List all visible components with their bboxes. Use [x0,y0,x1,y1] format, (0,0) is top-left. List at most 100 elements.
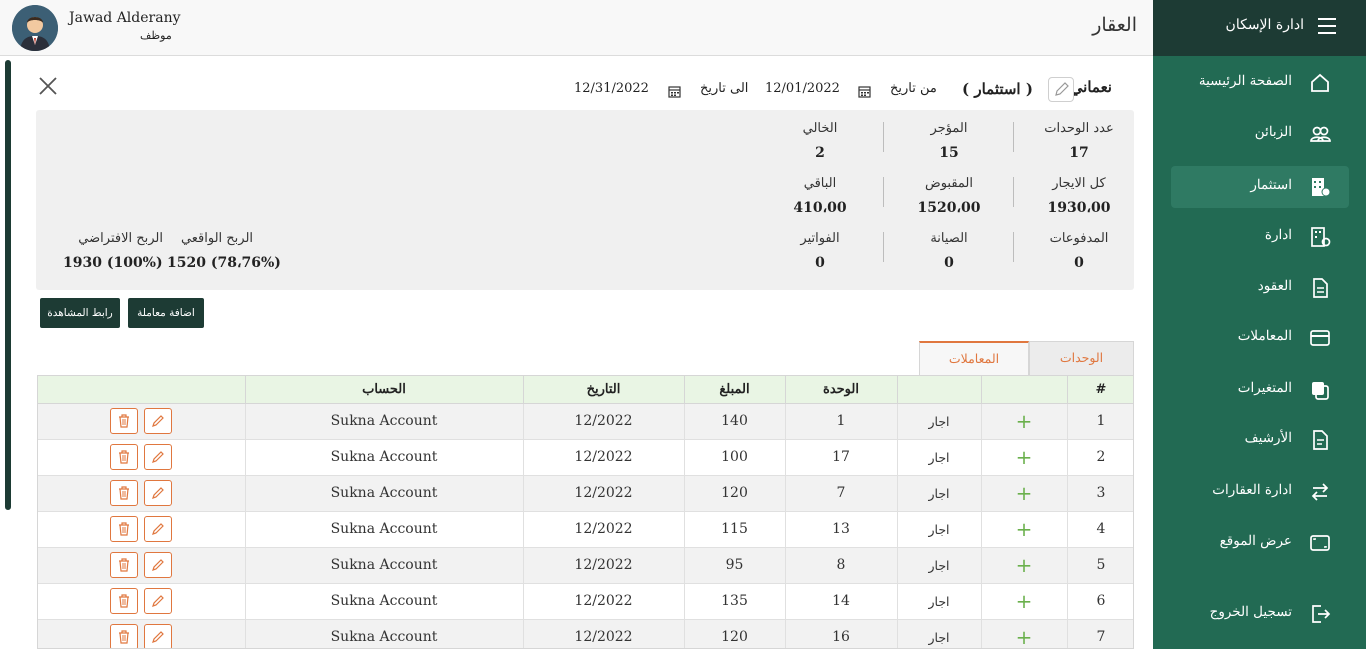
header-num[interactable]: # [1067,376,1133,404]
expand-icon[interactable]: + [981,403,1068,440]
stat-rented: المؤجر 15 [889,121,1009,161]
sidebar-item-customers[interactable]: الزبائن [1171,113,1349,155]
header-date[interactable]: التاريخ [523,376,685,404]
cell-unit: 14 [785,583,898,620]
cell-type: اجار [897,439,982,476]
delete-button[interactable] [110,624,139,648]
document-icon [1309,277,1331,299]
menu-icon[interactable] [1318,18,1336,34]
screen-icon [1309,532,1331,554]
stat-total-rent: كل الايجار 1930،00 [1019,176,1139,216]
sidebar-item-archive[interactable]: الأرشيف [1171,419,1349,461]
delete-button[interactable] [110,480,139,506]
stat-label: عدد الوحدات [1044,121,1114,136]
cell-unit: 16 [785,619,898,648]
archive-icon [1309,429,1331,451]
header-amount[interactable]: المبلغ [684,376,786,404]
expand-icon[interactable]: + [981,511,1068,548]
stat-value: 0 [944,255,954,271]
expand-icon[interactable]: + [981,439,1068,476]
cell-account: Sukna Account [245,547,524,584]
edit-button[interactable] [144,444,173,470]
cell-type: اجار [897,619,982,648]
tab-units[interactable]: الوحدات [1029,341,1134,375]
edit-button[interactable] [144,408,173,434]
cell-unit: 7 [785,475,898,512]
delete-button[interactable] [110,588,139,614]
edit-button[interactable] [144,588,173,614]
divider [1013,177,1014,207]
delete-button[interactable] [110,552,139,578]
property-type: ( استثمار ) [962,80,1033,98]
stat-value: 410،00 [793,200,847,216]
building-icon [1309,176,1331,198]
users-icon [1309,123,1331,145]
edit-button[interactable] [144,480,173,506]
stat-payments: المدفوعات 0 [1019,231,1139,271]
expand-icon[interactable]: + [981,547,1068,584]
sidebar-item-logout[interactable]: تسجيل الخروج [1171,593,1349,635]
sidebar-item-investment[interactable]: استثمار [1171,166,1349,208]
copy-icon [1309,379,1331,401]
sidebar-item-variables[interactable]: المتغيرات [1171,369,1349,411]
sidebar-item-home[interactable]: الصفحة الرئيسية [1171,62,1349,104]
table-row: Sukna Account 12/2022 135 14 اجار + 6 [38,583,1133,620]
sidebar-item-contracts[interactable]: العقود [1171,267,1349,309]
top-bar: Jawad Alderany موظف العقار [0,0,1153,56]
delete-button[interactable] [110,408,139,434]
from-date-field[interactable]: 12/01/2022 [765,81,840,96]
sidebar-item-view-site[interactable]: عرض الموقع [1171,522,1349,564]
scrollbar[interactable] [5,60,11,510]
add-transaction-button[interactable]: اضافة معاملة [128,298,204,328]
to-date-field[interactable]: 12/31/2022 [574,81,649,96]
trash-icon [119,630,130,644]
table-row: Sukna Account 12/2022 100 17 اجار + 2 [38,439,1133,476]
row-actions [38,511,246,548]
cell-account: Sukna Account [245,475,524,512]
cell-account: Sukna Account [245,511,524,548]
pencil-icon [152,595,165,607]
view-link-button[interactable]: رابط المشاهدة [40,298,120,328]
calendar-icon[interactable] [858,83,871,98]
delete-button[interactable] [110,444,139,470]
header-type [897,376,982,404]
cell-account: Sukna Account [245,583,524,620]
edit-button[interactable] [144,552,173,578]
cell-type: اجار [897,547,982,584]
tab-transactions[interactable]: المعاملات [919,341,1029,375]
expand-icon[interactable]: + [981,619,1068,648]
cell-date: 12/2022 [523,547,685,584]
sidebar: ادارة الإسكان الصفحة الرئيسية الزبائن اس… [1153,0,1366,649]
edit-button[interactable] [144,624,173,648]
sidebar-item-transactions[interactable]: المعاملات [1171,317,1349,359]
cell-amount: 135 [684,583,786,620]
stat-vacant: الخالي 2 [760,121,880,161]
header-account[interactable]: الحساب [245,376,524,404]
pencil-icon [152,523,165,535]
delete-button[interactable] [110,516,139,542]
stat-label: المؤجر [930,121,968,136]
trash-icon [119,450,130,464]
stat-value: 17 [1069,145,1089,161]
cell-num: 3 [1067,475,1133,512]
divider [883,232,884,262]
avatar[interactable] [12,5,58,51]
header-unit[interactable]: الوحدة [785,376,898,404]
table-row: Sukna Account 12/2022 120 7 اجار + 3 [38,475,1133,512]
header-plus [981,376,1068,404]
cell-unit: 1 [785,403,898,440]
cell-num: 6 [1067,583,1133,620]
stat-label: المدفوعات [1049,231,1109,246]
sidebar-item-label: تسجيل الخروج [1209,604,1292,620]
stat-virtual-profit: الربح الافتراضي 1930 (100%) [63,231,163,271]
close-icon[interactable] [38,76,58,96]
expand-icon[interactable]: + [981,583,1068,620]
sidebar-item-property-management[interactable]: ادارة العقارات [1171,471,1349,513]
expand-icon[interactable]: + [981,475,1068,512]
cell-num: 1 [1067,403,1133,440]
edit-button[interactable] [144,516,173,542]
divider [1013,232,1014,262]
calendar-icon[interactable] [668,83,681,98]
edit-property-button[interactable] [1048,77,1074,102]
sidebar-item-management[interactable]: ادارة [1171,216,1349,258]
